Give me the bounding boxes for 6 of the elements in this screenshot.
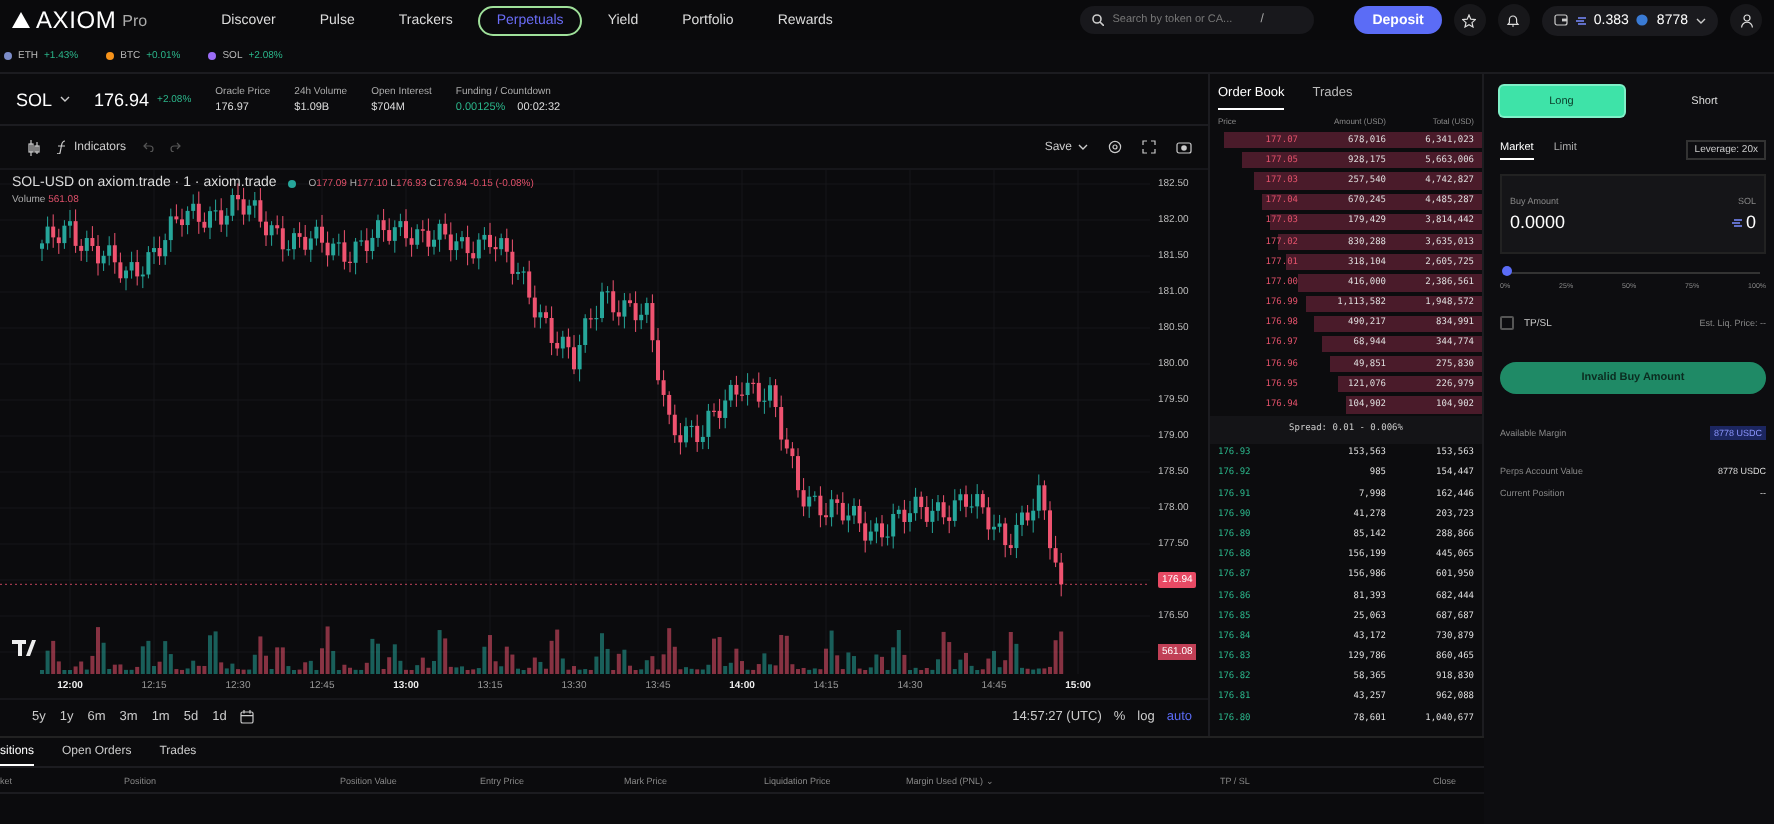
amount-input[interactable]: 0.0000	[1510, 212, 1630, 232]
unit-value: 0	[1745, 212, 1756, 232]
logo-text: AXIOM	[36, 6, 117, 34]
last-price: 176.94	[94, 89, 150, 109]
logo-suffix: Pro	[122, 11, 148, 29]
market-selector[interactable]: SOL	[16, 89, 71, 109]
